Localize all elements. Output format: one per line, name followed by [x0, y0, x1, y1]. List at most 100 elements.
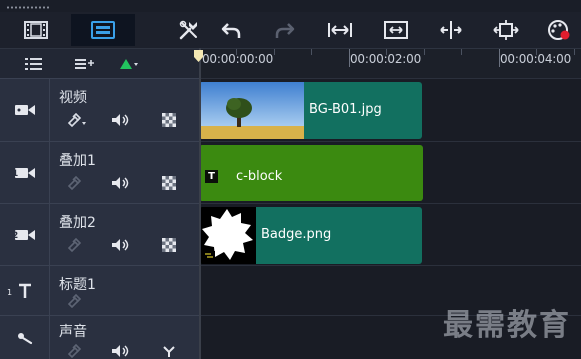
split-button[interactable]	[438, 18, 464, 42]
redo-button[interactable]	[272, 18, 298, 42]
track-header-voice[interactable]: 声音	[0, 315, 199, 359]
track-header-controls	[0, 48, 199, 78]
overlay-track-type: 1	[0, 142, 50, 203]
ripple-link-button[interactable]	[66, 112, 88, 128]
split-icon	[440, 21, 462, 39]
waveform-toggle-button[interactable]	[162, 343, 176, 359]
timeline-clip[interactable]: Badge.png	[199, 207, 422, 264]
mute-button[interactable]	[110, 112, 130, 128]
ripple-link-button[interactable]	[66, 343, 82, 359]
title-t-icon	[18, 283, 31, 298]
ripple-link-button[interactable]	[66, 237, 82, 253]
microphone-icon	[17, 332, 32, 344]
clip-label: c-block	[236, 169, 283, 184]
link-icon	[67, 344, 82, 358]
ripple-link-button[interactable]	[66, 175, 82, 191]
speaker-icon	[112, 345, 129, 357]
track-list-icon	[25, 58, 42, 70]
mute-button[interactable]	[110, 343, 130, 359]
clip-label: Badge.png	[261, 227, 332, 242]
speaker-icon	[112, 239, 129, 251]
video-track-type	[0, 79, 50, 141]
checkerboard-icon	[162, 176, 176, 190]
ruler-minor-tick	[424, 49, 425, 55]
track-transparency-button[interactable]	[162, 112, 176, 128]
speaker-icon	[112, 177, 129, 189]
mute-button[interactable]	[110, 175, 130, 191]
track-header-title-1[interactable]: 1 标题1	[0, 265, 199, 315]
track-name: 标题1	[59, 277, 96, 293]
timeline-toolbar	[0, 12, 581, 48]
clip-label: BG-B01.jpg	[309, 102, 382, 117]
title-track-badge: 1	[7, 288, 13, 297]
track-transparency-button[interactable]	[162, 237, 176, 253]
link-icon	[67, 238, 82, 252]
track-lane-video[interactable]: BG-B01.jpg	[199, 78, 581, 141]
toolbar-grip[interactable]	[6, 6, 50, 9]
fit-window-button[interactable]	[383, 18, 409, 42]
ruler-minor-tick	[574, 49, 575, 55]
tools-icon	[179, 20, 197, 40]
link-icon	[67, 176, 82, 190]
playhead-line[interactable]	[199, 48, 201, 359]
ruler-timecode: 00:00:04:00	[500, 52, 572, 66]
watermark: 最需教育	[443, 308, 571, 343]
add-track-button[interactable]	[74, 56, 96, 72]
clip-thumbnail	[199, 207, 256, 264]
timeline-view-button[interactable]	[71, 14, 135, 46]
track-header-overlay-2[interactable]: 2 叠加2	[0, 203, 199, 265]
speaker-icon	[112, 114, 129, 126]
time-ruler[interactable]: 00:00:00:00 00:00:02:00 00:00:04:00	[199, 48, 581, 78]
ripple-edit-button[interactable]	[118, 56, 140, 72]
mute-button[interactable]	[110, 237, 130, 253]
playhead-marker[interactable]	[194, 50, 203, 62]
track-name: 叠加1	[59, 153, 96, 169]
fit-window-icon	[384, 21, 408, 39]
title-clip-icon: T	[205, 170, 218, 183]
track-manager-button[interactable]	[493, 18, 519, 42]
track-lane-overlay-2[interactable]: Badge.png	[199, 203, 581, 265]
clip-thumbnail	[199, 82, 304, 139]
ruler-minor-tick	[311, 49, 312, 55]
track-lane-overlay-1[interactable]: T c-block	[199, 141, 581, 203]
link-icon	[67, 294, 82, 308]
track-name: 声音	[59, 324, 87, 340]
fit-project-button[interactable]	[327, 18, 353, 42]
fit-project-icon	[328, 23, 352, 37]
overlay-track-type: 2	[0, 204, 50, 265]
storyboard-view-button[interactable]	[4, 14, 68, 46]
smart-render-icon	[548, 20, 570, 40]
undo-button[interactable]	[218, 18, 244, 42]
ripple-triangle-icon	[120, 59, 138, 69]
redo-icon	[275, 23, 295, 38]
voice-track-type	[0, 316, 50, 359]
ruler-timecode: 00:00:00:00	[202, 52, 274, 66]
link-dropdown-icon	[67, 113, 86, 127]
track-manager-icon	[493, 20, 519, 40]
title-track-type: 1	[0, 266, 50, 315]
show-all-tracks-button[interactable]	[24, 56, 44, 72]
track-header-overlay-1[interactable]: 1 叠加1	[0, 141, 199, 203]
ruler-minor-tick	[274, 49, 275, 55]
track-transparency-button[interactable]	[162, 175, 176, 191]
ruler-timecode: 00:00:02:00	[350, 52, 422, 66]
tools-button[interactable]	[176, 18, 202, 42]
timeline-clip[interactable]: BG-B01.jpg	[199, 82, 422, 139]
timeline-editor: 00:00:00:00 00:00:02:00 00:00:04:00 视频 B…	[0, 0, 581, 359]
track-name: 叠加2	[59, 215, 96, 231]
video-camera-icon	[14, 105, 35, 115]
ripple-link-button[interactable]	[66, 293, 82, 309]
title-clip-glyph: T	[208, 171, 215, 182]
track-header-video[interactable]: 视频	[0, 78, 199, 141]
ruler-minor-tick	[461, 49, 462, 55]
checkerboard-icon	[162, 113, 176, 127]
add-track-icon	[75, 59, 94, 69]
chevron-down-icon	[163, 346, 175, 357]
storyboard-view-icon	[24, 21, 48, 39]
undo-icon	[221, 23, 241, 38]
smart-render-button[interactable]	[546, 18, 572, 42]
timeline-clip[interactable]: T c-block	[199, 145, 423, 201]
overlay-badge: 2	[12, 231, 19, 241]
track-name: 视频	[59, 90, 87, 106]
checkerboard-icon	[162, 238, 176, 252]
